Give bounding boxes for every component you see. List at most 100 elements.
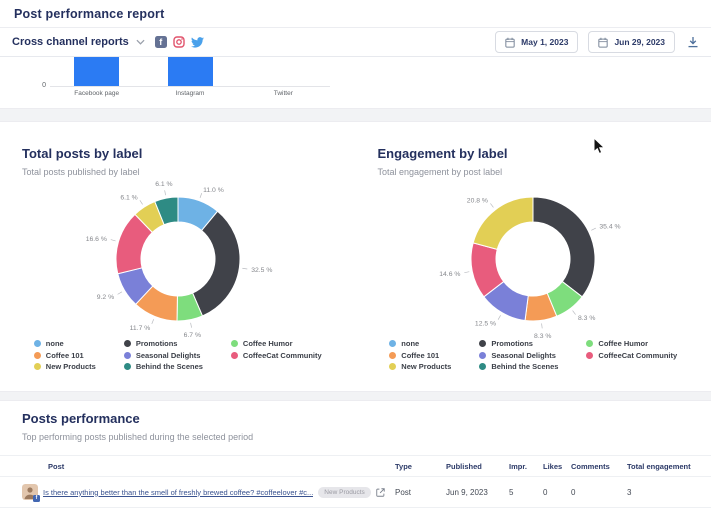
legend-item-seasonal-delights: Seasonal Delights bbox=[124, 351, 203, 360]
bar-facebook-page[interactable] bbox=[74, 57, 119, 86]
table-header-row: PostTypePublishedImpr.LikesCommentsTotal… bbox=[0, 455, 711, 477]
legend-label: Coffee Humor bbox=[243, 339, 293, 348]
calendar-icon bbox=[598, 37, 608, 48]
slice-percentage-label: 12.5 % bbox=[475, 321, 496, 328]
legend-dot-icon bbox=[34, 352, 41, 359]
slice-leader-line bbox=[491, 203, 494, 207]
slice-leader-line bbox=[592, 228, 596, 230]
slice-leader-line bbox=[111, 240, 116, 241]
report-selector-dropdown[interactable]: Cross channel reports bbox=[12, 36, 145, 48]
legend-dot-icon bbox=[34, 363, 41, 370]
legend-item-coffee-101: Coffee 101 bbox=[389, 351, 451, 360]
column-header-comments: Comments bbox=[571, 462, 627, 471]
slice-percentage-label: 6.1 % bbox=[155, 181, 172, 188]
legend-dot-icon bbox=[231, 340, 238, 347]
engagement-donut-chart: 35.4 %8.3 %8.3 %12.5 %14.6 %20.8 % bbox=[373, 181, 693, 337]
instagram-icon[interactable] bbox=[173, 36, 185, 48]
slice-percentage-label: 14.6 % bbox=[440, 271, 461, 278]
start-date-picker[interactable]: May 1, 2023 bbox=[495, 31, 578, 53]
chevron-down-icon bbox=[136, 39, 145, 45]
x-axis-label-instagram: Instagram bbox=[145, 90, 235, 97]
post-link[interactable]: Is there anything better than the smell … bbox=[43, 488, 313, 497]
slice-percentage-label: 11.0 % bbox=[203, 187, 224, 194]
slice-percentage-label: 9.2 % bbox=[97, 294, 114, 301]
download-button[interactable] bbox=[687, 36, 699, 48]
total-posts-donut-chart: 11.0 %32.5 %6.7 %11.7 %9.2 %16.6 %6.1 %6… bbox=[18, 181, 338, 337]
slice-leader-line bbox=[152, 319, 154, 324]
legend-label: CoffeeCat Community bbox=[243, 351, 322, 360]
cell-comments: 0 bbox=[571, 488, 627, 497]
y-axis-tick-label: 0 bbox=[32, 82, 46, 89]
chart-legend: none Coffee 101 New Products Promotions Seas… bbox=[0, 339, 356, 371]
legend-item-coffeecat-community: CoffeeCat Community bbox=[586, 351, 677, 360]
legend-label: Coffee Humor bbox=[598, 339, 648, 348]
legend-dot-icon bbox=[124, 363, 131, 370]
slice-percentage-label: 8.3 % bbox=[578, 315, 595, 322]
legend-label: Promotions bbox=[136, 339, 178, 348]
slice-percentage-label: 16.6 % bbox=[85, 236, 106, 243]
slice-leader-line bbox=[140, 200, 143, 204]
legend-label: New Products bbox=[46, 362, 96, 371]
slice-leader-line bbox=[465, 272, 470, 273]
section-title: Posts performance bbox=[22, 411, 711, 426]
legend-item-behind-the-scenes: Behind the Scenes bbox=[124, 362, 203, 371]
end-date-picker[interactable]: Jun 29, 2023 bbox=[588, 31, 675, 53]
cell-type: Post bbox=[395, 488, 446, 497]
legend-item-none: none bbox=[389, 339, 451, 348]
column-header-impr-: Impr. bbox=[509, 462, 543, 471]
slice-percentage-label: 32.5 % bbox=[251, 267, 272, 274]
report-selector-label: Cross channel reports bbox=[12, 36, 129, 48]
x-axis-label-facebook-page: Facebook page bbox=[52, 90, 142, 97]
external-link-icon[interactable] bbox=[376, 488, 385, 497]
legend-label: Seasonal Delights bbox=[136, 351, 201, 360]
channel-icons: f bbox=[155, 36, 204, 48]
facebook-icon[interactable]: f bbox=[155, 36, 167, 48]
slice-percentage-label: 11.7 % bbox=[129, 325, 150, 332]
slice-leader-line bbox=[242, 268, 247, 269]
legend-label: Coffee 101 bbox=[401, 351, 439, 360]
end-date-value: Jun 29, 2023 bbox=[614, 37, 665, 47]
facebook-network-badge-icon: f bbox=[33, 495, 40, 502]
title-bar: Post performance report bbox=[0, 0, 711, 28]
legend-label: none bbox=[401, 339, 419, 348]
column-header-likes: Likes bbox=[543, 462, 571, 471]
table-row[interactable]: f Is there anything better than the smel… bbox=[0, 477, 711, 508]
slice-percentage-label: 6.1 % bbox=[120, 194, 137, 201]
section-subtitle: Total posts published by label bbox=[22, 167, 356, 177]
x-axis-label-twitter: Twitter bbox=[238, 90, 328, 97]
slice-leader-line bbox=[164, 190, 165, 195]
legend-item-promotions: Promotions bbox=[479, 339, 558, 348]
legend-item-promotions: Promotions bbox=[124, 339, 203, 348]
legend-label: none bbox=[46, 339, 64, 348]
post-label-badge: New Products bbox=[318, 487, 370, 498]
column-header-post: Post bbox=[22, 462, 395, 471]
legend-dot-icon bbox=[479, 340, 486, 347]
legend-label: Promotions bbox=[491, 339, 533, 348]
calendar-icon bbox=[505, 37, 515, 48]
chart-legend: none Coffee 101 New Products Promotions Seas… bbox=[356, 339, 711, 371]
twitter-icon[interactable] bbox=[191, 37, 204, 48]
legend-item-none: none bbox=[34, 339, 96, 348]
section-subtitle: Top performing posts published during th… bbox=[22, 432, 711, 442]
download-icon bbox=[687, 36, 699, 48]
legend-item-seasonal-delights: Seasonal Delights bbox=[479, 351, 558, 360]
legend-item-behind-the-scenes: Behind the Scenes bbox=[479, 362, 558, 371]
legend-dot-icon bbox=[389, 340, 396, 347]
column-header-type: Type bbox=[395, 462, 446, 471]
total-posts-by-label-panel: Total posts by label Total posts publish… bbox=[0, 122, 356, 391]
legend-item-coffee-humor: Coffee Humor bbox=[586, 339, 677, 348]
bar-instagram[interactable] bbox=[168, 57, 213, 86]
legend-item-coffeecat-community: CoffeeCat Community bbox=[231, 351, 322, 360]
legend-label: Coffee 101 bbox=[46, 351, 84, 360]
legend-dot-icon bbox=[586, 340, 593, 347]
cell-published: Jun 9, 2023 bbox=[446, 488, 509, 497]
legend-label: CoffeeCat Community bbox=[598, 351, 677, 360]
legend-dot-icon bbox=[479, 363, 486, 370]
donut-slice-new-products[interactable] bbox=[473, 197, 533, 249]
legend-label: New Products bbox=[401, 362, 451, 371]
donut-slice-promotions[interactable] bbox=[533, 197, 595, 297]
legend-dot-icon bbox=[124, 352, 131, 359]
slice-leader-line bbox=[542, 323, 543, 328]
column-header-total-engagement: Total engagement bbox=[627, 462, 711, 471]
label-charts-card: Total posts by label Total posts publish… bbox=[0, 121, 711, 392]
